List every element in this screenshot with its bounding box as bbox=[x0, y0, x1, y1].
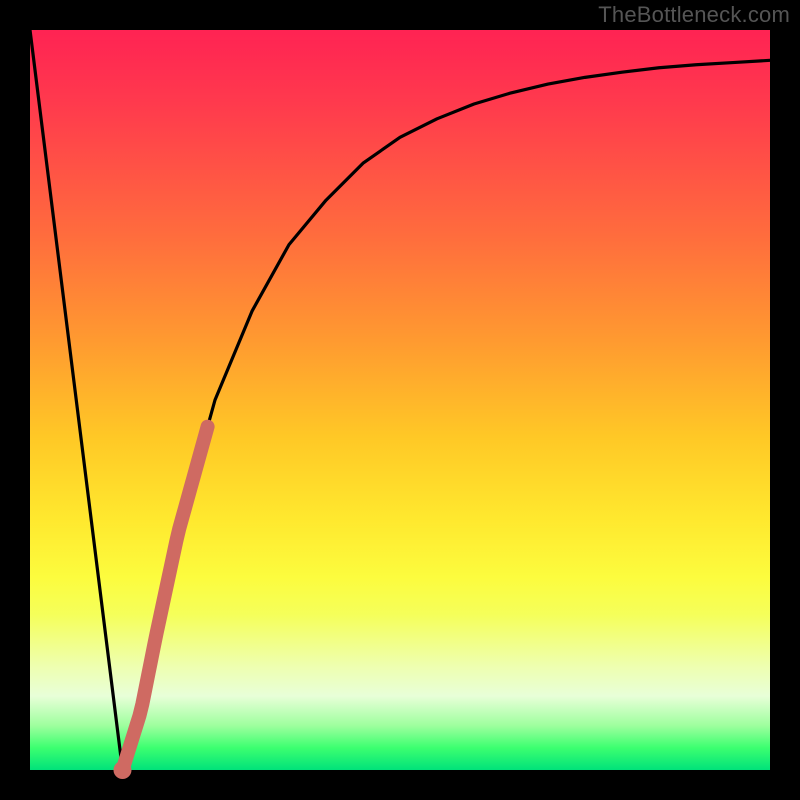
curve-minimum-marker bbox=[114, 761, 132, 779]
chart-container: TheBottleneck.com bbox=[0, 0, 800, 800]
bottleneck-curve-path bbox=[30, 30, 770, 770]
watermark-text: TheBottleneck.com bbox=[598, 2, 790, 28]
highlight-segment bbox=[123, 427, 208, 770]
bottleneck-curve-svg bbox=[30, 30, 770, 770]
plot-area bbox=[30, 30, 770, 770]
